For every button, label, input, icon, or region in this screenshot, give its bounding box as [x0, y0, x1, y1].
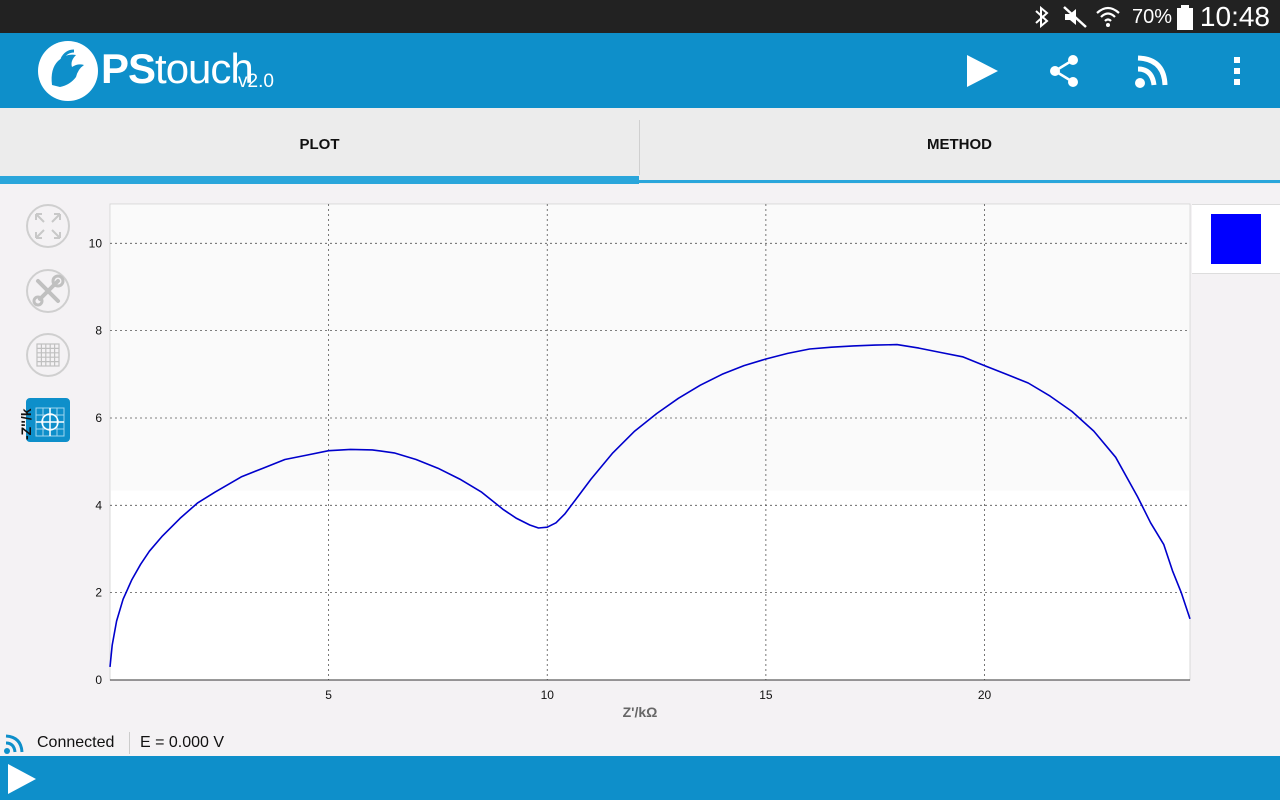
- footer-divider: [129, 732, 130, 754]
- tab-method-underline: [639, 180, 1280, 183]
- play-icon[interactable]: [962, 51, 1002, 91]
- tab-bar: PLOT METHOD: [0, 108, 1280, 184]
- brand-bold: PS: [101, 45, 156, 92]
- series-line: [109, 343, 1191, 667]
- share-icon[interactable]: [1045, 51, 1085, 91]
- app-brand: PStouch: [101, 45, 254, 93]
- bluetooth-icon: [1035, 5, 1049, 29]
- tab-method[interactable]: METHOD: [639, 108, 1280, 184]
- x-tick-label: 5: [325, 688, 332, 702]
- y-tick-label: 8: [95, 324, 102, 338]
- overflow-menu-icon[interactable]: [1217, 51, 1257, 91]
- footer-status-bar: Connected E = 0.000 V: [0, 730, 1280, 756]
- y-axis-label: -Z''/k: [18, 408, 34, 440]
- zoom-fit-icon: [35, 213, 61, 239]
- x-tick-label: 20: [978, 688, 992, 702]
- wifi-icon: [1096, 6, 1120, 27]
- x-tick-label: 10: [541, 688, 555, 702]
- legend[interactable]: [1192, 204, 1280, 274]
- tab-plot[interactable]: PLOT: [0, 108, 639, 184]
- y-tick-label: 6: [95, 411, 102, 425]
- app-version: v2.0: [238, 71, 274, 92]
- connected-icon: [4, 734, 24, 754]
- y-tick-label: 0: [95, 673, 102, 687]
- system-status-bar: 70% 10:48: [0, 0, 1280, 33]
- grid-toggle-button[interactable]: [26, 333, 70, 377]
- settings-button[interactable]: [26, 269, 70, 313]
- tab-plot-indicator: [0, 176, 639, 184]
- zoom-fit-button[interactable]: [26, 204, 70, 248]
- legend-swatch: [1211, 214, 1261, 264]
- x-axis-label: Z'/kΩ: [622, 704, 658, 720]
- y-tick-label: 2: [95, 586, 102, 600]
- palmsens-logo: [38, 41, 98, 101]
- mute-icon: [1063, 6, 1087, 28]
- connection-status: Connected: [37, 734, 115, 751]
- app-bar: PStouch v2.0: [0, 33, 1280, 108]
- clock: 10:48: [1199, 1, 1270, 32]
- y-tick-label: 4: [95, 498, 102, 512]
- potential-readout: E = 0.000 V: [140, 734, 225, 751]
- start-measurement-icon[interactable]: [5, 762, 39, 796]
- plot-area-shade: [111, 205, 1189, 491]
- bottom-bar: [0, 756, 1280, 800]
- plot-border: [109, 203, 1191, 681]
- settings-wrench-icon: [32, 274, 65, 307]
- battery-percent: 70%: [1131, 6, 1172, 28]
- battery-icon: [1177, 5, 1193, 30]
- grid-icon: [36, 343, 60, 367]
- crosshair-icon: [35, 407, 65, 437]
- y-tick-label: 10: [89, 236, 103, 250]
- connect-icon[interactable]: [1132, 51, 1172, 91]
- x-tick-label: 15: [759, 688, 773, 702]
- plot-area: [110, 204, 1190, 680]
